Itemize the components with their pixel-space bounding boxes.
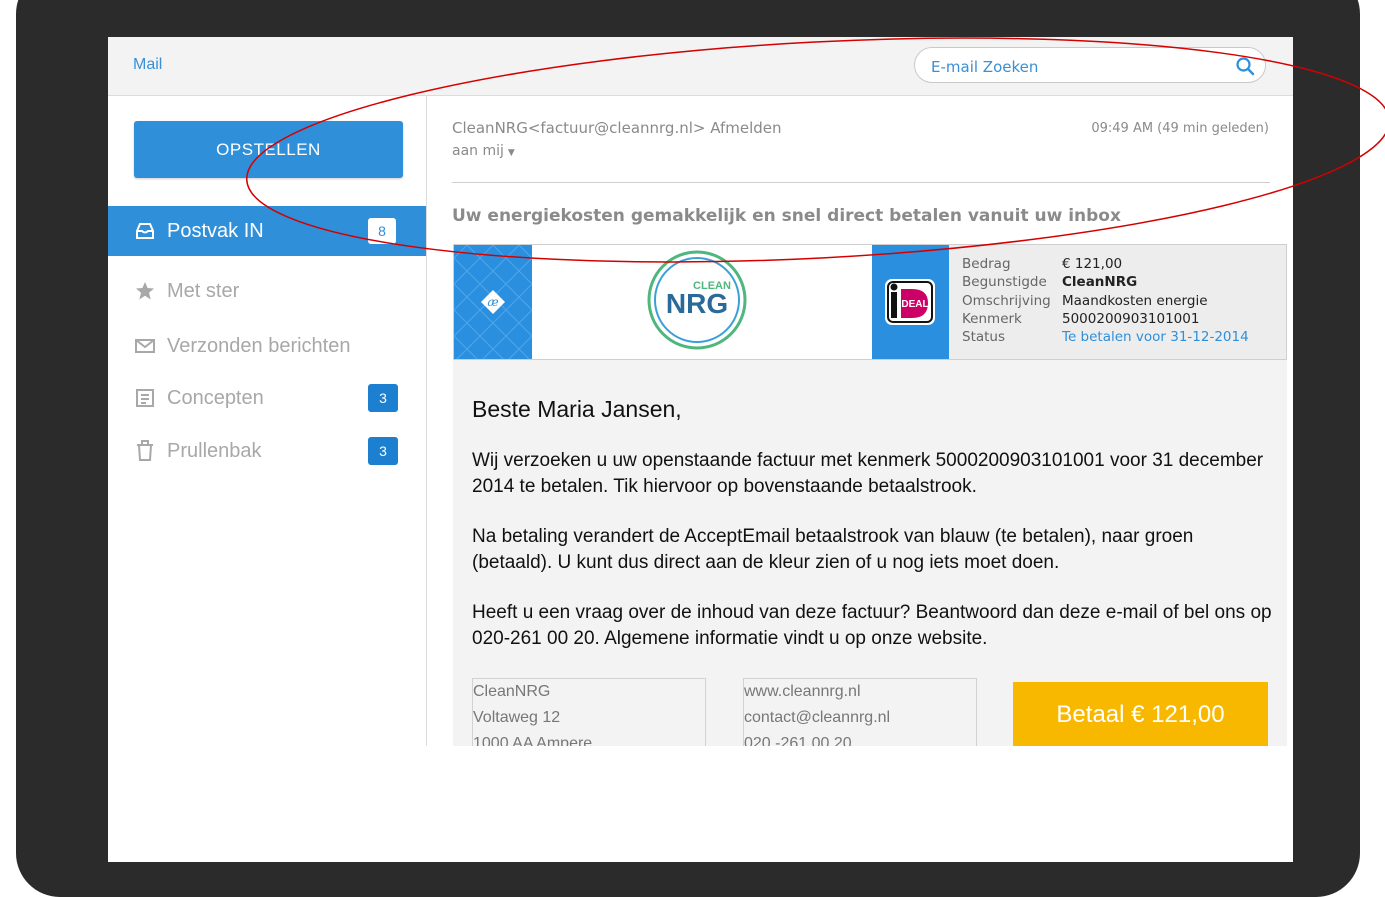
compose-button[interactable]: OPSTELLEN: [134, 121, 403, 178]
detail-row-description: Omschrijving Maandkosten energie: [962, 292, 1249, 310]
acceptemail-panel: æ: [454, 245, 532, 359]
address-line: Voltaweg 12: [473, 709, 561, 726]
sidebar: OPSTELLEN Postvak IN 8 Met ster Verzonde…: [108, 96, 427, 746]
acceptemail-pattern: æ: [454, 245, 532, 359]
divider: [452, 182, 1270, 183]
drafts-count-badge: 3: [368, 384, 398, 412]
sidebar-item-trash[interactable]: Prullenbak 3: [108, 426, 426, 476]
sidebar-item-starred[interactable]: Met ster: [108, 266, 426, 316]
website-link[interactable]: www.cleannrg.nl: [744, 679, 976, 705]
search-box[interactable]: E-mail Zoeken: [914, 47, 1266, 83]
sidebar-item-inbox[interactable]: Postvak IN 8: [108, 206, 426, 256]
detail-key: Omschrijving: [962, 292, 1051, 309]
email-body: Beste Maria Jansen, Wij verzoeken u uw o…: [453, 360, 1287, 760]
svg-text:æ: æ: [487, 295, 498, 309]
detail-key: Status: [962, 329, 1006, 346]
sidebar-item-label: Prullenbak: [167, 439, 262, 462]
drafts-icon: [134, 387, 156, 409]
detail-key: Kenmerk: [962, 310, 1022, 327]
detail-value: € 121,00: [1062, 256, 1123, 272]
unread-count-badge: 8: [368, 218, 396, 244]
email-timestamp: 09:49 AM (49 min geleden): [1091, 121, 1269, 136]
detail-row-beneficiary: Begunstigde CleanNRG: [962, 273, 1249, 291]
recipient-label: aan mij: [452, 143, 504, 159]
sidebar-item-drafts[interactable]: Concepten 3: [108, 373, 426, 423]
inbox-icon: [134, 220, 156, 242]
ideal-text: DEAL: [901, 299, 928, 310]
app-title[interactable]: Mail: [133, 56, 162, 74]
pay-button[interactable]: Betaal € 121,00: [1013, 682, 1268, 748]
detail-key: Begunstigde: [962, 274, 1047, 291]
email-paragraph: Wij verzoeken u uw openstaande factuur m…: [472, 450, 1264, 497]
trash-count-badge: 3: [368, 437, 398, 465]
email-subject: Uw energiekosten gemakkelijk en snel dir…: [452, 206, 1121, 226]
address-line: CleanNRG: [473, 683, 551, 700]
star-icon: [134, 280, 156, 302]
detail-row-status: Status Te betalen voor 31-12-2014: [962, 328, 1249, 346]
blank-area: [108, 746, 1293, 862]
search-input[interactable]: E-mail Zoeken: [931, 58, 1038, 76]
sidebar-item-label: Concepten: [167, 386, 264, 409]
email-view: CleanNRG<factuur@cleannrg.nl> Afmelden a…: [427, 96, 1293, 760]
detail-row-amount: Bedrag € 121,00: [962, 255, 1249, 273]
chevron-down-icon: ▼: [507, 148, 515, 158]
sidebar-item-label: Postvak IN: [167, 219, 264, 242]
cleannrg-logo-icon: CLEAN NRG: [647, 250, 747, 350]
detail-key: Bedrag: [962, 256, 1011, 272]
email-link[interactable]: contact@cleannrg.nl: [744, 705, 976, 731]
logo-main-text: NRG: [666, 288, 728, 319]
sidebar-item-label: Met ster: [167, 279, 240, 302]
email-paragraph: Na betaling verandert de AcceptEmail bet…: [472, 526, 1194, 573]
recipient-dropdown[interactable]: aan mij ▼: [452, 143, 515, 159]
email-greeting: Beste Maria Jansen,: [472, 396, 682, 422]
sidebar-item-sent[interactable]: Verzonden berichten: [108, 321, 426, 371]
trash-icon: [134, 440, 156, 462]
detail-value: 5000200903101001: [1062, 310, 1200, 327]
detail-value: Maandkosten energie: [1062, 292, 1208, 309]
ideal-logo-icon: DEAL: [885, 279, 935, 325]
sidebar-item-label: Verzonden berichten: [167, 334, 351, 357]
detail-row-reference: Kenmerk 5000200903101001: [962, 310, 1249, 328]
detail-value: CleanNRG: [1062, 274, 1138, 291]
search-icon[interactable]: [1235, 56, 1255, 76]
top-bar: Mail E-mail Zoeken: [108, 37, 1293, 96]
email-paragraph: Heeft u een vraag over de inhoud van dez…: [472, 602, 1272, 649]
status-link[interactable]: Te betalen voor 31-12-2014: [1062, 328, 1249, 346]
ideal-panel: DEAL: [872, 245, 949, 359]
cleannrg-logo-area: CLEAN NRG: [532, 245, 872, 359]
payment-details: Bedrag € 121,00 Begunstigde CleanNRG Omsch…: [962, 255, 1249, 346]
mail-screen: Mail E-mail Zoeken OPSTELLEN Postvak IN …: [108, 37, 1293, 862]
envelope-icon: [134, 335, 156, 357]
payment-strip[interactable]: æ CLEAN NRG DEAL Bedrag € 121,00 Begunst…: [453, 244, 1287, 360]
email-sender[interactable]: CleanNRG<factuur@cleannrg.nl> Afmelden: [452, 119, 782, 137]
